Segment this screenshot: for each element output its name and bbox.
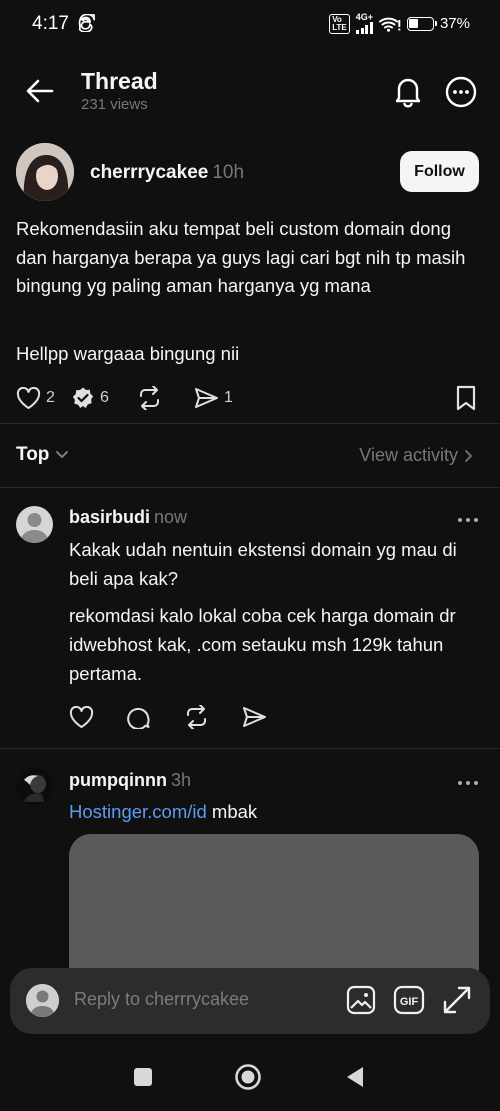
send-icon	[195, 388, 218, 408]
reply-input[interactable]: Reply to cherrrycakee	[74, 989, 249, 1010]
more-options-button[interactable]	[443, 74, 479, 110]
repost-icon	[140, 386, 159, 410]
reply-more-button[interactable]	[456, 512, 480, 522]
status-time: 4:17	[32, 13, 69, 34]
share-count: 1	[224, 389, 233, 406]
battery-icon	[406, 16, 437, 31]
reply-text: Hostinger.com/id mbak	[69, 797, 489, 826]
home-button[interactable]	[233, 1062, 263, 1092]
share-button[interactable]: 1	[194, 387, 233, 409]
reply-text: Kakak udah nentuin ekstensi domain yg ma…	[69, 539, 457, 589]
view-count: 231 views	[81, 96, 148, 113]
sort-dropdown[interactable]: Top	[16, 444, 69, 466]
repost-button[interactable]	[137, 386, 194, 410]
battery-percent: 37%	[439, 15, 470, 32]
like-count: 2	[46, 389, 55, 406]
comment-icon[interactable]	[127, 705, 151, 729]
expand-icon	[443, 986, 471, 1014]
volte-icon: Vo LTE	[329, 13, 350, 34]
chevron-right-icon	[465, 449, 473, 462]
chevron-down-icon	[56, 451, 69, 459]
avatar[interactable]	[16, 143, 74, 201]
repost-icon[interactable]	[184, 705, 209, 729]
avatar[interactable]	[16, 506, 53, 543]
notifications-button[interactable]	[390, 74, 426, 108]
sort-label: Top	[16, 444, 50, 465]
status-bar: 4:17 Vo LTE 4G+ 37%	[0, 0, 500, 50]
bookmark-button[interactable]	[455, 385, 477, 411]
reply-time: now	[154, 507, 188, 527]
image-button[interactable]	[345, 984, 377, 1016]
svg-text:GIF: GIF	[400, 996, 419, 1008]
reply-text-tail: mbak	[206, 801, 258, 822]
reply-link[interactable]: Hostinger.com/id	[69, 801, 207, 822]
wifi-icon	[378, 17, 401, 32]
bell-icon	[395, 78, 421, 108]
view-activity-link[interactable]: View activity	[359, 445, 474, 466]
back-triangle-icon	[347, 1067, 363, 1087]
reply-author[interactable]: basirbudi now	[69, 507, 187, 528]
like-button[interactable]: 2	[16, 386, 71, 410]
thread-header: Thread 231 views	[0, 60, 500, 124]
bookmark-icon	[456, 385, 476, 411]
home-circle-icon	[235, 1064, 261, 1090]
post-text-second: Hellpp wargaaa bingung nii	[16, 343, 240, 364]
recents-button[interactable]	[128, 1062, 158, 1092]
more-dots-icon	[458, 781, 478, 785]
reply-text-second: rekomdasi kalo lokal coba cek harga doma…	[69, 605, 456, 684]
divider	[0, 423, 500, 424]
post-actions: 2 6 1	[16, 383, 233, 413]
reply-count: 6	[100, 389, 109, 406]
reply-badge-icon	[72, 387, 94, 408]
heart-icon	[16, 386, 41, 409]
reply-username[interactable]: basirbudi	[69, 507, 150, 527]
reply-button[interactable]: 6	[71, 386, 137, 410]
gif-icon: GIF	[393, 985, 425, 1015]
post-author[interactable]: cherrrycakee 10h	[90, 162, 244, 184]
reply-time: 3h	[170, 770, 192, 790]
reply-username[interactable]: pumpqinnn	[69, 770, 167, 790]
divider	[0, 487, 500, 488]
threads-icon	[78, 11, 98, 37]
status-indicators: Vo LTE 4G+ 37%	[329, 13, 470, 34]
sort-row: Top View activity	[0, 440, 500, 472]
page-title: Thread	[81, 68, 158, 94]
heart-icon[interactable]	[69, 705, 94, 729]
reply-composer[interactable]: Reply to cherrrycakee GIF	[10, 968, 490, 1034]
more-dots-icon	[458, 518, 478, 522]
system-nav-bar	[0, 1040, 500, 1111]
square-icon	[134, 1068, 152, 1086]
avatar	[26, 984, 59, 1017]
post-username[interactable]: cherrrycakee	[90, 162, 208, 183]
back-button[interactable]	[22, 76, 58, 106]
post-time: 10h	[212, 162, 245, 183]
gif-button[interactable]: GIF	[393, 984, 425, 1016]
follow-button[interactable]: Follow	[400, 151, 479, 192]
divider	[0, 748, 500, 749]
avatar[interactable]	[16, 768, 53, 805]
more-circle-icon	[445, 76, 477, 108]
expand-button[interactable]	[441, 984, 473, 1016]
reply-author[interactable]: pumpqinnn 3h	[69, 770, 191, 791]
send-icon[interactable]	[242, 706, 267, 728]
view-activity-label: View activity	[359, 445, 458, 465]
signal-icon: 4G+	[356, 13, 373, 34]
post-text: Rekomendasiin aku tempat beli custom dom…	[16, 218, 466, 296]
image-icon	[346, 985, 376, 1015]
back-arrow-icon	[26, 79, 54, 103]
back-nav-button[interactable]	[340, 1062, 370, 1092]
reply-more-button[interactable]	[456, 775, 480, 785]
reply-actions	[69, 705, 267, 729]
